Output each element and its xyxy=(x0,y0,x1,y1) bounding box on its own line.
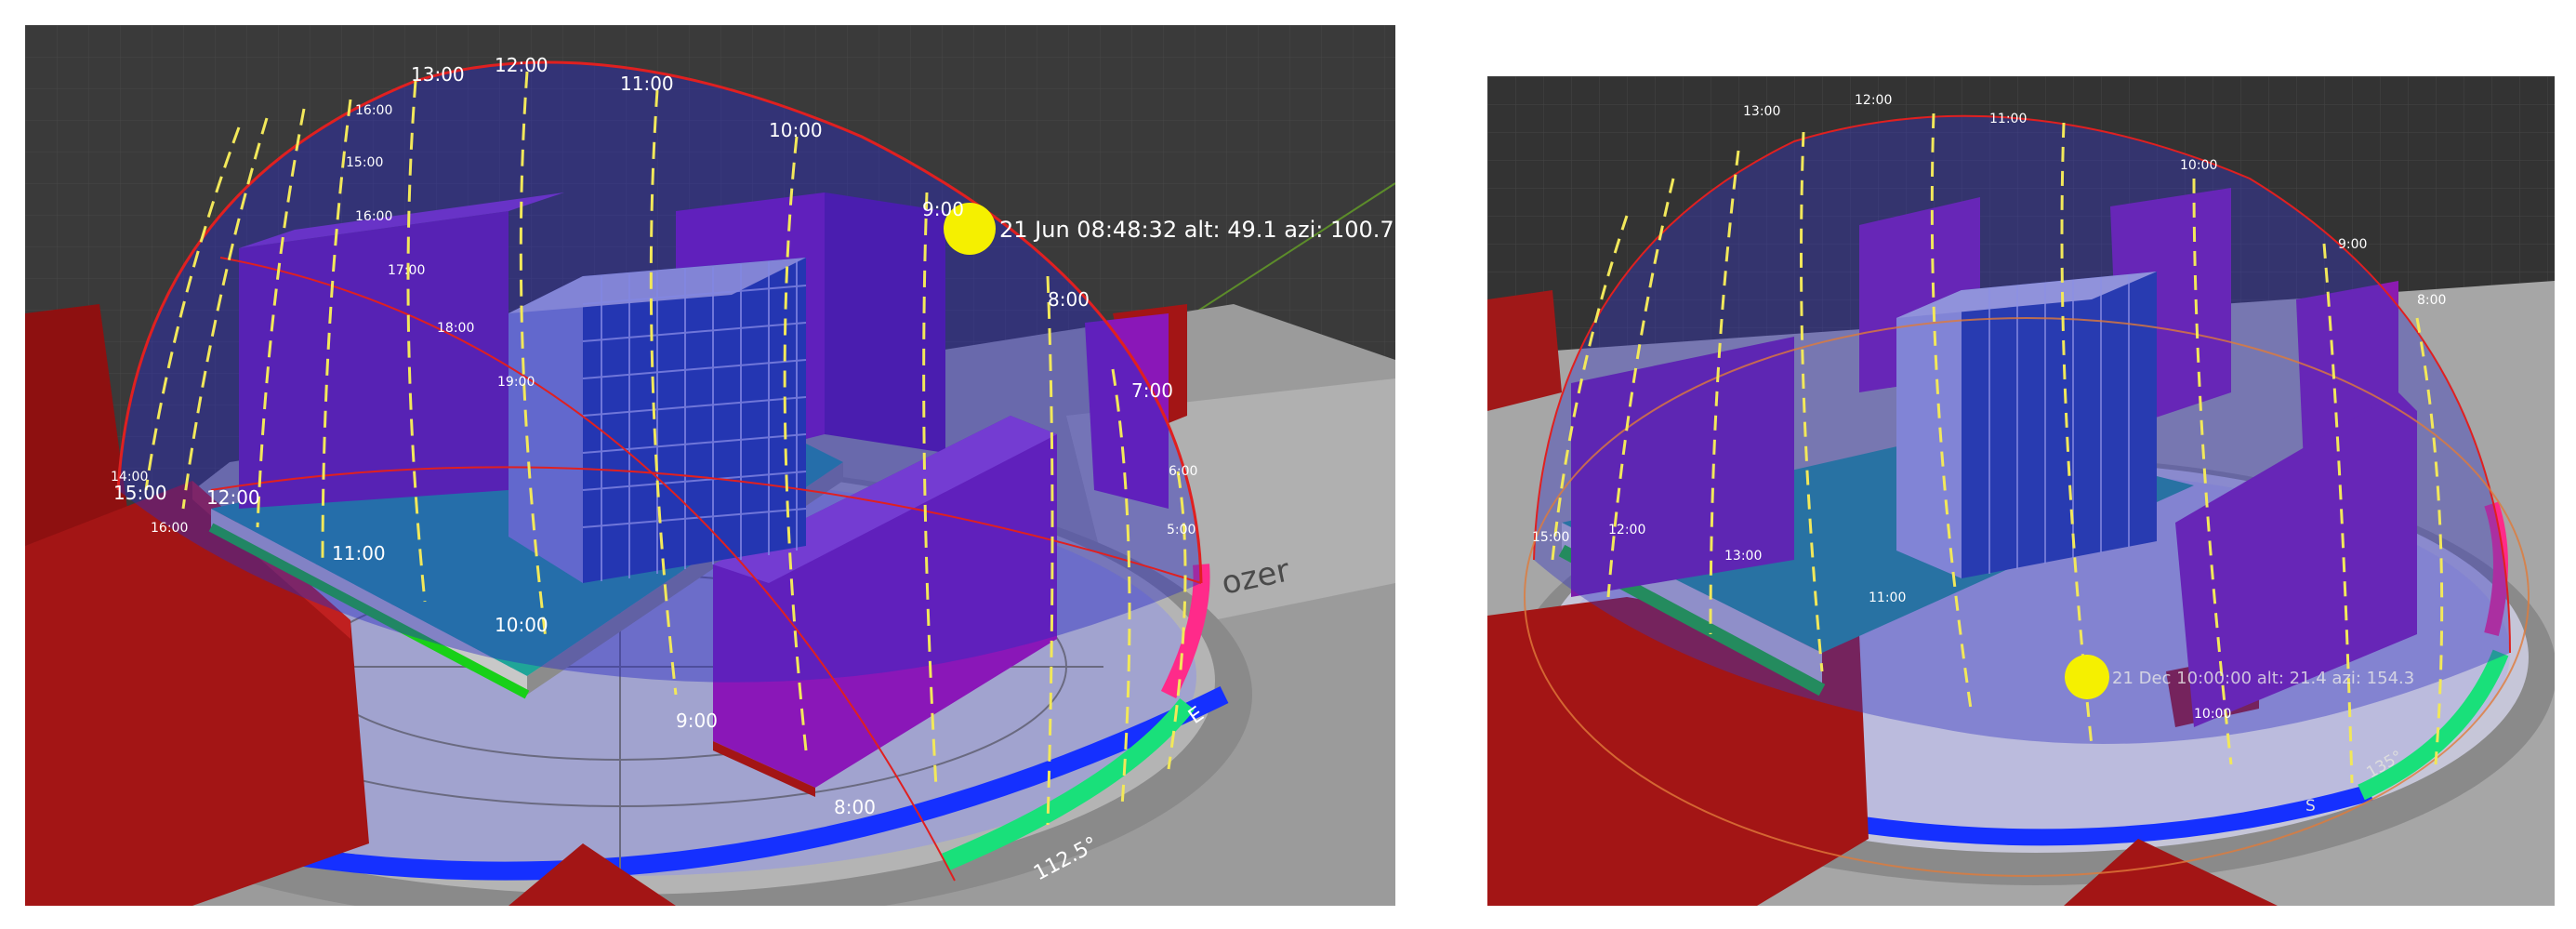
hour-label: 9:00 xyxy=(922,198,964,220)
hour-label: 15:00 xyxy=(1532,530,1569,545)
hour-label: 12:00 xyxy=(206,486,260,509)
hour-label: 9:00 xyxy=(676,710,718,732)
hour-label: 7:00 xyxy=(1131,379,1173,402)
hour-label: 11:00 xyxy=(332,542,386,564)
hour-label: 12:00 xyxy=(1855,93,1892,108)
hour-label: 16:00 xyxy=(355,209,392,224)
hour-label: 19:00 xyxy=(497,375,535,390)
hour-label: 10:00 xyxy=(769,119,823,141)
hour-label: 5:00 xyxy=(1167,523,1196,537)
hour-label: 8:00 xyxy=(1048,288,1090,311)
viewport-winter-solstice[interactable]: 21 Dec 10:00:00 alt: 21.4 azi: 154.3 13:… xyxy=(1487,76,2555,906)
hour-label: 9:00 xyxy=(2338,237,2367,252)
hour-label: 8:00 xyxy=(2417,293,2446,308)
hour-label: 18:00 xyxy=(437,321,474,336)
hour-label: 13:00 xyxy=(1743,104,1780,119)
hour-label: 12:00 xyxy=(495,54,548,76)
hour-label: 11:00 xyxy=(620,73,674,95)
hour-label: 10:00 xyxy=(495,614,548,636)
hour-label: 16:00 xyxy=(151,521,188,536)
sun-info-label: 21 Dec 10:00:00 alt: 21.4 azi: 154.3 xyxy=(2112,669,2414,688)
hour-label: 17:00 xyxy=(388,263,425,278)
hour-label: 11:00 xyxy=(1869,591,1906,605)
hour-label: 11:00 xyxy=(1989,112,2027,126)
hour-label: 15:00 xyxy=(113,482,167,504)
hour-label: 15:00 xyxy=(346,155,383,170)
hour-label: 13:00 xyxy=(411,63,465,86)
hour-label: 10:00 xyxy=(2180,158,2217,173)
hour-label: 13:00 xyxy=(1724,549,1762,564)
hour-label: 10:00 xyxy=(2194,707,2231,722)
compass-south-label: S xyxy=(2305,797,2316,816)
sun-info-label: 21 Jun 08:48:32 alt: 49.1 azi: 100.7 xyxy=(999,217,1394,243)
hour-label: 16:00 xyxy=(355,103,392,118)
sun-marker[interactable] xyxy=(2065,655,2109,699)
viewport-summer-solstice[interactable]: 21 Jun 08:48:32 alt: 49.1 azi: 100.7 13:… xyxy=(25,25,1395,906)
context-building xyxy=(1487,290,1562,411)
hour-label: 12:00 xyxy=(1608,523,1645,537)
hour-label: 8:00 xyxy=(834,796,876,818)
hour-label: 6:00 xyxy=(1169,464,1197,479)
